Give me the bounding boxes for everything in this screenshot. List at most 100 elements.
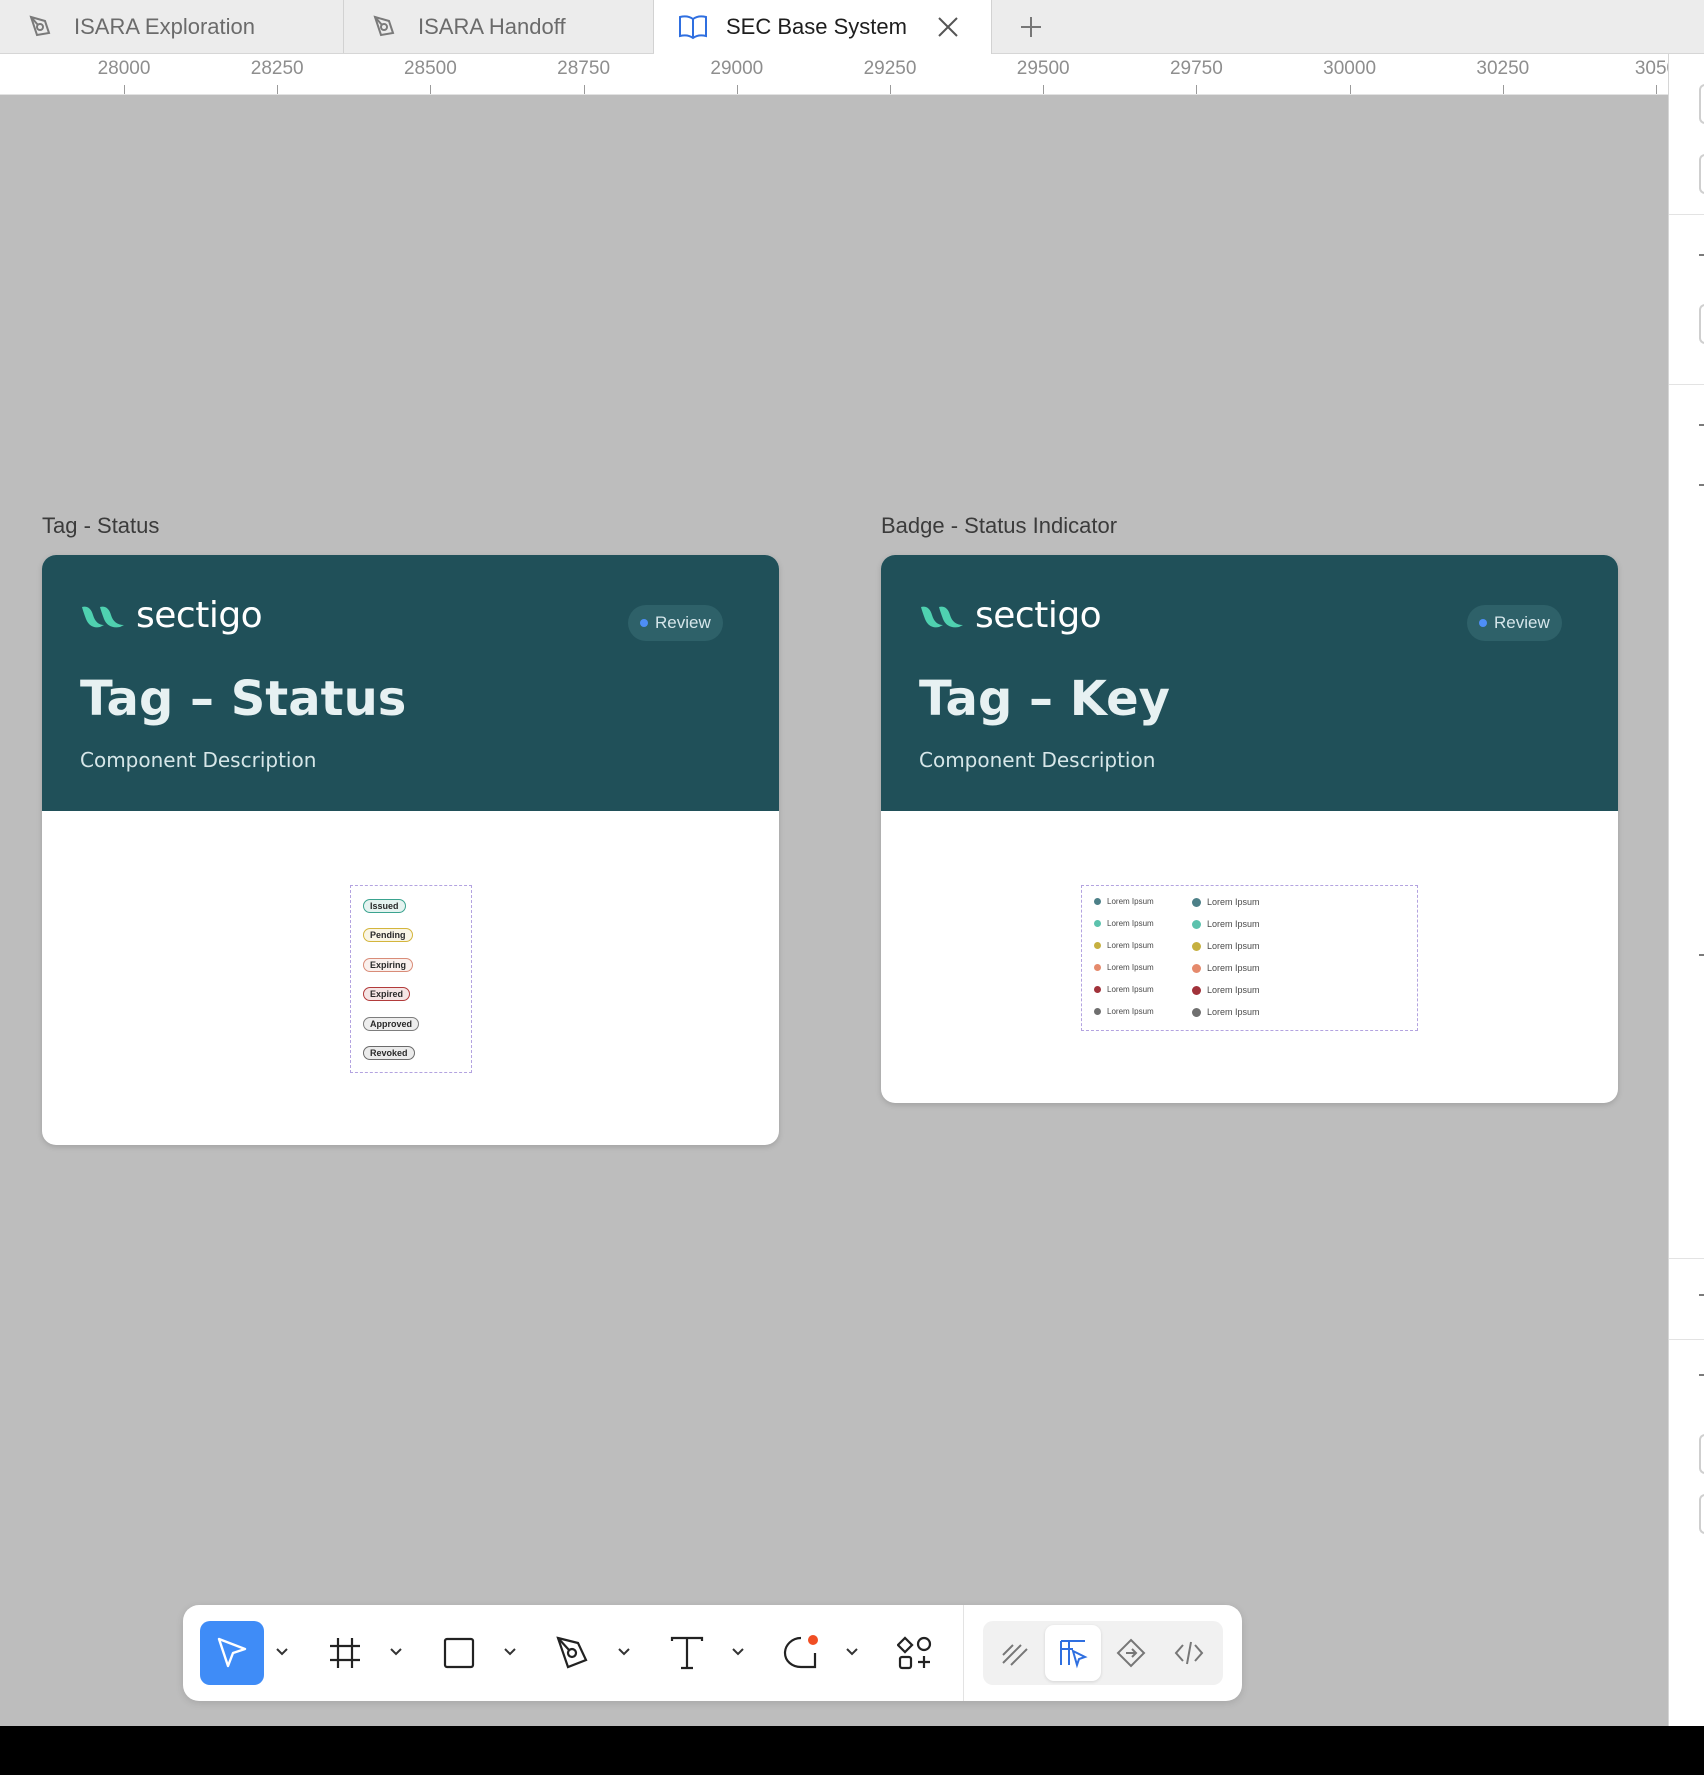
card-title: Tag – Key: [919, 671, 1170, 727]
key-dot: [1192, 985, 1201, 995]
frame-label-badge-status-indicator[interactable]: Badge - Status Indicator: [881, 513, 1117, 539]
ruler-tick-label: 29750: [1169, 58, 1223, 79]
chevron-down-icon[interactable]: [275, 1645, 289, 1659]
draw-mode-button[interactable]: [987, 1625, 1043, 1681]
key-item: Lorem Ipsum: [1094, 1007, 1154, 1016]
tag-status-component[interactable]: Issued Pending Expiring Expired Approved Revo…: [350, 885, 472, 1073]
plus-icon: [1021, 16, 1041, 37]
frame-badge-status-indicator[interactable]: sectigo Review Tag – Key Component Descr…: [881, 555, 1618, 1103]
key-label: Lorem Ipsum: [1207, 1007, 1260, 1017]
rectangle-icon: [443, 1637, 475, 1669]
key-item: Lorem Ipsum: [1192, 985, 1260, 995]
actions-icon: [897, 1636, 932, 1670]
pen-tool-button[interactable]: [541, 1621, 605, 1685]
key-label: Lorem Ipsum: [1107, 919, 1154, 928]
panel-control[interactable]: [1699, 1434, 1704, 1474]
key-dot: [1192, 897, 1201, 907]
card-header: sectigo Review Tag – Status Component De…: [42, 555, 779, 811]
ruler-tick-label: 3050: [1634, 58, 1668, 79]
ruler-tick-label: 28750: [557, 58, 611, 79]
prototype-mode-button[interactable]: [1103, 1625, 1159, 1681]
panel-control[interactable]: [1699, 1494, 1704, 1534]
review-badge: Review: [628, 605, 723, 641]
book-icon: [678, 12, 708, 42]
frame-tool-button[interactable]: [313, 1621, 377, 1685]
pen-icon: [556, 1636, 588, 1669]
sectigo-logo-icon: [82, 606, 124, 627]
status-dot: [1479, 619, 1487, 627]
tab-isara-handoff[interactable]: ISARA Handoff: [344, 0, 654, 53]
text-tool-button[interactable]: [655, 1621, 719, 1685]
card-header: sectigo Review Tag – Key Component Descr…: [881, 555, 1618, 811]
chevron-down-icon[interactable]: [731, 1645, 745, 1659]
design-mode-button[interactable]: [1045, 1625, 1101, 1681]
key-dot: [1192, 919, 1201, 929]
status-tag: Issued: [363, 899, 406, 913]
tab-bar: ISARA Exploration ISARA Handoff SEC Base…: [0, 0, 1704, 54]
key-item: Lorem Ipsum: [1094, 985, 1154, 994]
frame-icon: [330, 1638, 360, 1668]
sectigo-logo: sectigo: [80, 595, 263, 636]
key-item: Lorem Ipsum: [1094, 963, 1154, 972]
frame-label-tag-status[interactable]: Tag - Status: [42, 513, 159, 539]
close-icon[interactable]: [935, 14, 961, 40]
status-tag: Expired: [363, 987, 411, 1002]
sectigo-logo: sectigo: [919, 595, 1102, 636]
status-tag: Revoked: [363, 1046, 415, 1060]
panel-control[interactable]: [1699, 84, 1704, 124]
horizontal-ruler: 28000 28250 28500 28750 29000 29250 29500 29750…: [0, 54, 1668, 95]
key-dot: [1094, 1008, 1101, 1015]
draw-icon: [1002, 1644, 1028, 1666]
comment-icon: [783, 1635, 818, 1669]
key-label: Lorem Ipsum: [1107, 985, 1154, 994]
bottom-black-bar: [0, 1726, 1704, 1775]
shape-tool-button[interactable]: [427, 1621, 491, 1685]
key-item: Lorem Ipsum: [1094, 897, 1154, 906]
pen-icon: [370, 12, 400, 42]
key-label: Lorem Ipsum: [1207, 897, 1260, 907]
ruler-tick-label: 29500: [1016, 58, 1070, 79]
cursor-icon: [217, 1637, 247, 1668]
text-icon: [670, 1636, 704, 1670]
key-dot: [1094, 942, 1101, 949]
chevron-down-icon[interactable]: [389, 1645, 403, 1659]
chevron-down-icon[interactable]: [845, 1645, 859, 1659]
key-label: Lorem Ipsum: [1207, 985, 1260, 995]
key-item: Lorem Ipsum: [1192, 1007, 1260, 1017]
key-dot: [1192, 1007, 1201, 1017]
tab-isara-exploration[interactable]: ISARA Exploration: [0, 0, 344, 53]
key-label: Lorem Ipsum: [1107, 897, 1154, 906]
key-item: Lorem Ipsum: [1192, 897, 1260, 907]
properties-panel: [1668, 54, 1704, 1726]
chevron-down-icon[interactable]: [503, 1645, 517, 1659]
comment-tool-button[interactable]: [769, 1621, 833, 1685]
status-dot: [640, 619, 648, 627]
panel-control[interactable]: [1699, 154, 1704, 194]
key-dot: [1094, 964, 1101, 971]
ruler-tick-label: 28000: [97, 58, 151, 79]
key-label: Lorem Ipsum: [1207, 919, 1260, 929]
review-label: Review: [1494, 613, 1550, 632]
move-tool-button[interactable]: [200, 1621, 264, 1685]
design-icon: [1060, 1640, 1088, 1669]
actions-tool-button[interactable]: [883, 1621, 947, 1685]
tab-label: ISARA Handoff: [418, 13, 566, 39]
card-description: Component Description: [80, 748, 317, 772]
panel-control[interactable]: [1699, 304, 1704, 344]
tab-sec-base-system[interactable]: SEC Base System: [654, 0, 992, 54]
ruler-tick-label: 29250: [863, 58, 917, 79]
frame-tag-status[interactable]: sectigo Review Tag – Status Component De…: [42, 555, 779, 1145]
key-dot: [1094, 986, 1101, 993]
toolbar-divider: [963, 1605, 964, 1701]
ruler-tick-label: 28500: [403, 58, 457, 79]
key-label: Lorem Ipsum: [1107, 941, 1154, 950]
key-item: Lorem Ipsum: [1192, 941, 1260, 951]
chevron-down-icon[interactable]: [617, 1645, 631, 1659]
add-tab-button[interactable]: [1012, 0, 1050, 53]
tab-label: ISARA Exploration: [74, 13, 255, 39]
status-tag: Pending: [363, 928, 413, 943]
key-item: Lorem Ipsum: [1192, 963, 1260, 973]
dev-mode-button[interactable]: [1161, 1625, 1217, 1681]
tag-key-component[interactable]: Lorem Ipsum Lorem Ipsum Lorem Ipsum Lorem I…: [1081, 885, 1418, 1031]
key-dot: [1094, 920, 1101, 927]
